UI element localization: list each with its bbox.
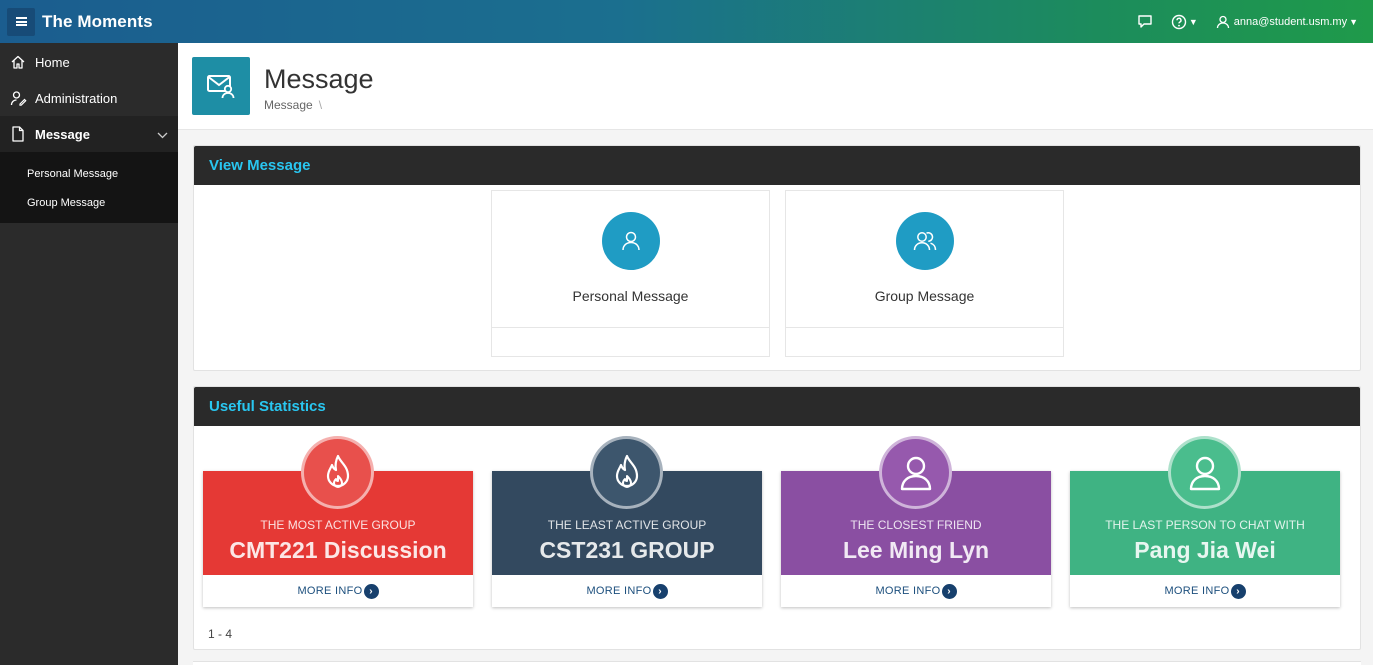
personal-message-card[interactable]: Personal Message (491, 190, 770, 357)
help-icon (1171, 14, 1187, 29)
user-icon (1216, 15, 1229, 28)
card-footer (786, 327, 1063, 357)
stat-label: THE CLOSEST FRIEND (850, 518, 982, 532)
sidebar: Home Administration Message Personal Mes… (0, 43, 178, 665)
user-icon (879, 436, 952, 509)
stat-value: CST231 GROUP (539, 537, 715, 563)
stat-card-closest-friend: THE CLOSEST FRIEND Lee Ming Lyn MORE INF… (781, 436, 1051, 607)
chevron-right-icon: › (652, 583, 668, 599)
stat-value: CMT221 Discussion (229, 537, 447, 563)
more-info-link[interactable]: MORE INFO › (492, 575, 762, 607)
more-info-label: MORE INFO (875, 585, 941, 597)
more-info-label: MORE INFO (1164, 585, 1230, 597)
chevron-right-icon: › (363, 583, 379, 599)
top-bar: The Moments ▼ anna@student.usm.my ▼ (0, 0, 1373, 43)
sidebar-item-home[interactable]: Home (0, 44, 178, 80)
chat-icon[interactable] (1137, 14, 1153, 29)
users-icon (896, 212, 954, 270)
stat-band: THE CLOSEST FRIEND Lee Ming Lyn (781, 436, 1051, 575)
region-title: View Message (194, 146, 1360, 185)
sidebar-submenu: Personal Message Group Message (0, 152, 178, 223)
sidebar-item-message[interactable]: Message (0, 116, 178, 152)
page-title: Message (264, 64, 374, 94)
stat-label: THE LAST PERSON TO CHAT WITH (1105, 518, 1305, 532)
more-info-link[interactable]: MORE INFO › (1070, 575, 1340, 607)
chevron-down-icon[interactable] (157, 127, 168, 142)
stat-value: Pang Jia Wei (1134, 537, 1276, 563)
sidebar-item-label: Administration (35, 90, 118, 106)
user-email: anna@student.usm.my (1233, 15, 1348, 28)
breadcrumb-item[interactable]: Message (264, 98, 313, 112)
chevron-down-icon: ▼ (1349, 16, 1358, 27)
stat-label: THE LEAST ACTIVE GROUP (547, 518, 707, 532)
help-menu-button[interactable]: ▼ (1171, 14, 1198, 30)
next-region-edge (193, 661, 1361, 665)
stat-band: THE MOST ACTIVE GROUP CMT221 Discussion (203, 436, 473, 575)
stat-band: THE LAST PERSON TO CHAT WITH Pang Jia We… (1070, 436, 1340, 575)
card-footer (492, 327, 769, 357)
sidebar-item-label: Message (35, 126, 90, 142)
chevron-right-icon: › (1230, 583, 1246, 599)
stat-card-most-active-group: THE MOST ACTIVE GROUP CMT221 Discussion … (203, 436, 473, 607)
user-icon (1168, 436, 1241, 509)
breadcrumb: Message \ (264, 98, 322, 112)
sidebar-item-label: Home (35, 54, 70, 70)
more-info-label: MORE INFO (586, 585, 652, 597)
card-title: Personal Message (572, 288, 689, 304)
group-message-card[interactable]: Group Message (785, 190, 1064, 357)
page-header: Message Message \ (178, 43, 1373, 130)
menu-toggle-button[interactable] (7, 7, 35, 36)
hamburger-icon (15, 17, 27, 26)
user-gear-icon (9, 89, 27, 107)
sidebar-item-personal-message[interactable]: Personal Message (0, 159, 178, 188)
stat-label: THE MOST ACTIVE GROUP (260, 518, 416, 532)
stat-card-least-active-group: THE LEAST ACTIVE GROUP CST231 GROUP MORE… (492, 436, 762, 607)
sidebar-item-group-message[interactable]: Group Message (0, 188, 178, 217)
document-icon (9, 125, 27, 143)
pagination-info: 1 - 4 (208, 627, 233, 641)
message-user-icon (192, 57, 250, 115)
stat-band: THE LEAST ACTIVE GROUP CST231 GROUP (492, 436, 762, 575)
stat-card-last-person: THE LAST PERSON TO CHAT WITH Pang Jia We… (1070, 436, 1340, 607)
useful-statistics-region: Useful Statistics THE MOST ACTIVE GROUP … (193, 386, 1361, 650)
stat-value: Lee Ming Lyn (842, 537, 990, 563)
fire-icon (301, 436, 374, 509)
fire-icon (590, 436, 663, 509)
user-menu-button[interactable]: anna@student.usm.my ▼ (1216, 15, 1358, 29)
region-title: Useful Statistics (194, 387, 1360, 426)
app-title[interactable]: The Moments (42, 12, 153, 32)
user-icon (602, 212, 660, 270)
sidebar-item-administration[interactable]: Administration (0, 80, 178, 116)
chevron-down-icon: ▼ (1188, 16, 1198, 27)
view-message-region: View Message Personal Message Group Mess… (193, 145, 1361, 371)
home-icon (9, 53, 27, 71)
breadcrumb-separator: \ (318, 98, 323, 112)
chevron-right-icon: › (941, 583, 957, 599)
more-info-link[interactable]: MORE INFO › (203, 575, 473, 607)
more-info-label: MORE INFO (297, 585, 363, 597)
card-title: Group Message (874, 288, 975, 304)
more-info-link[interactable]: MORE INFO › (781, 575, 1051, 607)
